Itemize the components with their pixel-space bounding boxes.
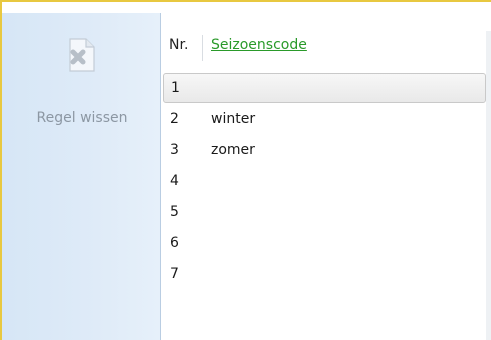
grid-header: Nr. Seizoenscode bbox=[161, 31, 491, 65]
row-number: 3 bbox=[170, 142, 179, 158]
table-row[interactable]: 1 bbox=[163, 73, 486, 103]
column-header-seizoenscode[interactable]: Seizoenscode bbox=[211, 37, 307, 53]
season-code-cell[interactable]: winter bbox=[211, 111, 255, 127]
row-number: 6 bbox=[170, 235, 179, 251]
delete-row-button[interactable]: Regel wissen bbox=[16, 25, 148, 126]
delete-row-label: Regel wissen bbox=[36, 110, 128, 126]
column-header-nr[interactable]: Nr. bbox=[169, 37, 188, 53]
row-number: 2 bbox=[170, 111, 179, 127]
row-number: 5 bbox=[170, 204, 179, 220]
row-number: 1 bbox=[171, 80, 180, 96]
table-row[interactable]: 6 bbox=[161, 228, 486, 258]
row-number: 4 bbox=[170, 173, 179, 189]
toolbar-sidebar: Regel wissen bbox=[2, 13, 161, 340]
table-row[interactable]: 4 bbox=[161, 166, 486, 196]
table-row[interactable]: 3 zomer bbox=[161, 135, 486, 165]
table-row[interactable]: 5 bbox=[161, 197, 486, 227]
table-row[interactable]: 7 bbox=[161, 259, 486, 289]
table-row[interactable]: 2 winter bbox=[161, 104, 486, 134]
season-code-cell[interactable]: zomer bbox=[211, 142, 255, 158]
season-code-grid: Nr. Seizoenscode 1 2 winter 3 zomer 4 5 … bbox=[161, 13, 491, 340]
document-delete-icon bbox=[69, 38, 95, 72]
grid-scroll-edge[interactable] bbox=[486, 31, 491, 340]
row-number: 7 bbox=[170, 266, 179, 282]
column-divider[interactable] bbox=[202, 35, 203, 61]
